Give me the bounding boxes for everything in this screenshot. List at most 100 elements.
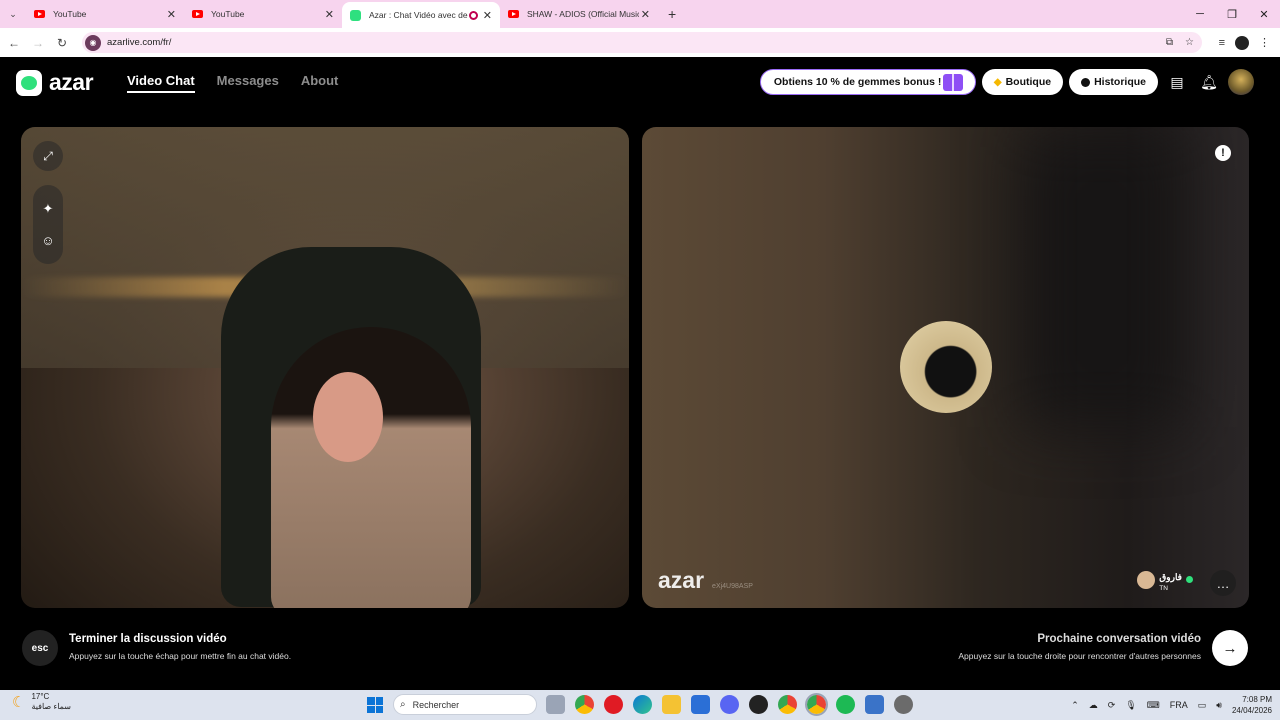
nav-video-chat[interactable]: Video Chat	[127, 73, 195, 93]
pinned-apps	[546, 693, 913, 716]
profile-avatar[interactable]	[1235, 35, 1249, 50]
moon-icon: ☾	[12, 694, 26, 711]
display-icon[interactable]: ▭	[1198, 700, 1207, 711]
tab-title: YouTube	[53, 9, 87, 19]
browser-tab-bar: ⌄ YouTube ✕ YouTube ✕ Azar : Chat Vidéo …	[0, 0, 1280, 28]
notification-bell-icon[interactable]: 🔔︎	[1196, 69, 1222, 95]
local-video	[21, 127, 629, 608]
keyboard-icon[interactable]: ⌨	[1147, 700, 1160, 711]
face-filter-icon[interactable]: ☺	[38, 230, 58, 250]
peer-avatar-small	[1137, 570, 1156, 589]
browser-tab-4[interactable]: SHAW - ADIOS (Official Music V ✕	[500, 0, 658, 28]
promo-label: Obtiens 10 % de gemmes bonus !	[773, 76, 942, 88]
history-label: Historique	[1094, 76, 1146, 88]
azar-logo[interactable]: azar	[16, 69, 94, 96]
online-status-icon	[1186, 576, 1193, 583]
restore-icon[interactable]: ❐	[1216, 8, 1248, 21]
menu-kebab-icon[interactable]: ⋮	[1259, 36, 1270, 49]
file-explorer-icon[interactable]	[662, 695, 681, 714]
local-user-figure	[271, 327, 471, 608]
weather-desc: سماء صافية	[31, 702, 71, 711]
opera-icon[interactable]	[604, 695, 623, 714]
user-avatar[interactable]	[1228, 69, 1254, 95]
media-controls-icon[interactable]: ≡	[1219, 37, 1225, 49]
app-icon[interactable]	[865, 695, 884, 714]
next-chat-hint: Appuyez sur la touche droite pour rencon…	[958, 651, 1201, 661]
window-controls: ─ ❐ ✕	[1184, 0, 1280, 28]
browser-tab-3[interactable]: Azar : Chat Vidéo avec de n ✕	[342, 2, 500, 28]
azar-watermark: azar eXj4U98ASP	[658, 567, 753, 594]
minimize-icon[interactable]: ─	[1184, 8, 1216, 20]
azar-app: azar Video Chat Messages About Obtiens 1…	[0, 57, 1280, 690]
tab-list-chevron-icon[interactable]: ⌄	[0, 9, 26, 20]
bookmark-star-icon[interactable]: ☆	[1185, 37, 1194, 48]
peer-country: TN	[1159, 585, 1168, 592]
peer-name: فاروق	[1159, 572, 1182, 582]
youtube-icon	[508, 10, 519, 18]
time: 7:08 PM	[1242, 695, 1272, 704]
video-tools: ✦ ☺	[33, 185, 63, 264]
edge-icon[interactable]	[633, 695, 652, 714]
magic-wand-icon[interactable]: ✦	[38, 199, 58, 219]
volume-icon[interactable]: 🔊︎	[1216, 700, 1222, 711]
cloud-icon[interactable]: ☁	[1089, 700, 1098, 711]
end-chat-hint: Appuyez sur la touche échap pour mettre …	[69, 651, 292, 661]
taskbar: ☾ 17°C سماء صافية ⌕ Rechercher ⌃ ☁ ⟳ 🎙︎ …	[0, 690, 1280, 720]
clock[interactable]: 7:08 PM 24/04/2026	[1232, 694, 1272, 716]
forward-icon[interactable]: →	[26, 36, 50, 50]
spotify-icon[interactable]	[836, 695, 855, 714]
peer-info[interactable]: فاروق TN	[1137, 567, 1193, 592]
nav-messages[interactable]: Messages	[217, 73, 279, 93]
inbox-icon[interactable]: ▤	[1164, 69, 1190, 95]
history-button[interactable]: Historique	[1069, 69, 1158, 95]
shop-button[interactable]: ◆ Boutique	[981, 69, 1064, 95]
task-view-icon[interactable]	[546, 695, 565, 714]
omnibox[interactable]: ◉ azarlive.com/fr/ ⧉ ☆	[82, 32, 1202, 53]
url-text[interactable]: azarlive.com/fr/	[107, 37, 171, 48]
gift-icon	[942, 74, 963, 91]
search-placeholder: Rechercher	[412, 699, 460, 710]
taskbar-search[interactable]: ⌕ Rechercher	[393, 694, 537, 715]
nav-about[interactable]: About	[301, 73, 339, 93]
chrome-profile-icon[interactable]	[778, 695, 797, 714]
watermark-code: eXj4U98ASP	[712, 583, 753, 590]
extensions-area: ≡ ⋮	[1219, 28, 1280, 57]
browser-tab-2[interactable]: YouTube ✕	[184, 0, 342, 28]
browser-tab-1[interactable]: YouTube ✕	[26, 0, 184, 28]
sync-icon[interactable]: ⟳	[1108, 700, 1116, 711]
main-nav: Video Chat Messages About	[127, 73, 338, 93]
capcut-icon[interactable]	[749, 695, 768, 714]
site-info-icon[interactable]: ◉	[85, 34, 101, 51]
header-actions: Obtiens 10 % de gemmes bonus ! ◆ Boutiqu…	[759, 69, 1254, 95]
close-tab-icon[interactable]: ✕	[641, 8, 650, 21]
fullscreen-toggle-icon[interactable]: ⤢	[33, 141, 63, 171]
close-tab-icon[interactable]: ✕	[167, 8, 176, 21]
back-icon[interactable]: ←	[2, 36, 26, 50]
close-window-icon[interactable]: ✕	[1248, 8, 1280, 21]
end-chat-button[interactable]: esc	[22, 630, 58, 666]
show-hidden-icons[interactable]: ⌃	[1071, 700, 1079, 711]
chrome-active-icon[interactable]	[805, 693, 828, 716]
app-icon[interactable]	[894, 695, 913, 714]
next-chat-button[interactable]: →	[1212, 630, 1248, 666]
end-chat-title: Terminer la discussion vidéo	[69, 633, 227, 645]
discord-icon[interactable]	[720, 695, 739, 714]
weather-widget[interactable]: ☾ 17°C سماء صافية	[12, 692, 71, 712]
report-icon[interactable]: !	[1215, 145, 1231, 161]
search-icon: ⌕	[400, 699, 406, 710]
new-tab-button[interactable]: +	[668, 6, 676, 22]
chat-bubble-icon[interactable]: …	[1210, 570, 1236, 596]
chrome-icon[interactable]	[575, 695, 594, 714]
history-clock-icon	[1081, 77, 1091, 87]
gem-icon: ◆	[993, 76, 1002, 88]
install-app-icon[interactable]: ⧉	[1166, 37, 1173, 48]
mic-icon[interactable]: 🎙︎	[1125, 700, 1136, 711]
language-indicator[interactable]: FRA	[1170, 700, 1188, 710]
store-icon[interactable]	[691, 695, 710, 714]
windows-start-icon[interactable]	[367, 697, 383, 713]
close-tab-icon[interactable]: ✕	[325, 8, 334, 21]
close-tab-icon[interactable]: ✕	[483, 9, 492, 22]
reload-icon[interactable]: ↻	[50, 36, 74, 50]
shop-label: Boutique	[1005, 76, 1052, 88]
gem-promo-button[interactable]: Obtiens 10 % de gemmes bonus !	[759, 69, 976, 95]
